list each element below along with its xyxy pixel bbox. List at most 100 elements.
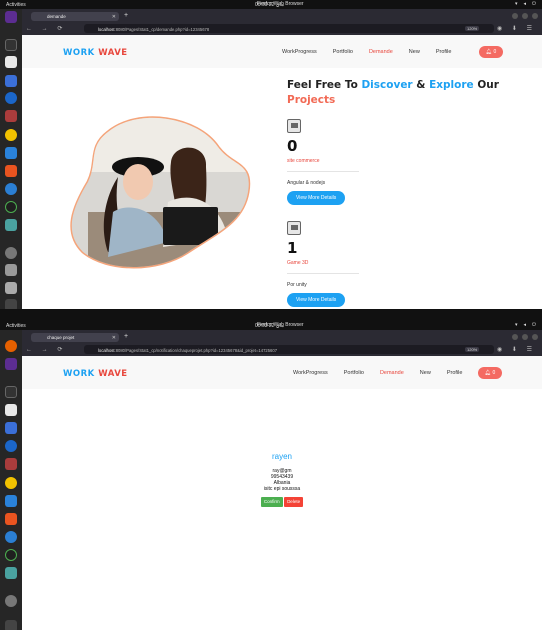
menu-portfolio[interactable]: Portfolio <box>333 49 353 55</box>
tab-label: chaque projet <box>47 335 75 340</box>
browser-tab[interactable]: demande ✕ <box>31 12 119 21</box>
menu-portfolio[interactable]: Portfolio <box>344 370 364 376</box>
activities-button[interactable]: Activities <box>6 2 26 8</box>
project-card: 1 Game 3D Por unity View More Details <box>287 221 359 307</box>
gedit-icon[interactable] <box>5 75 17 87</box>
files-icon[interactable] <box>5 458 17 470</box>
software-icon[interactable] <box>5 165 17 177</box>
dock <box>0 9 22 309</box>
menu-workprogress[interactable]: WorkProgress <box>293 370 328 376</box>
mongodb-icon[interactable] <box>5 201 17 213</box>
show-apps-icon[interactable] <box>5 299 17 309</box>
logo-word-work: WORK <box>63 48 95 58</box>
menu-new[interactable]: New <box>420 370 431 376</box>
new-tab-button[interactable]: + <box>124 333 128 340</box>
navigation-buttons[interactable]: ← → ⟳ <box>26 346 66 353</box>
firefox-icon[interactable] <box>5 340 17 352</box>
site-logo[interactable]: WORK WAVE <box>63 48 128 58</box>
requester-school: isitc epi sousssa <box>263 486 301 492</box>
navigation-buttons[interactable]: ← → ⟳ <box>26 25 66 32</box>
rhythmbox-icon[interactable] <box>5 477 17 489</box>
view-more-details-button[interactable]: View More Details <box>287 293 346 307</box>
minimize-button[interactable] <box>512 334 518 340</box>
files-icon[interactable] <box>5 110 17 122</box>
vscode-icon[interactable] <box>5 358 17 370</box>
address-bar[interactable]: localhost:8080/Pages/Stat1_cp/demande.ph… <box>84 24 494 33</box>
logo-word-wave: WAVE <box>98 369 128 379</box>
maximize-button[interactable] <box>522 13 528 19</box>
hero-image <box>70 116 251 269</box>
close-window-button[interactable] <box>532 13 538 19</box>
thunderbird-icon[interactable] <box>5 92 17 104</box>
show-apps-icon[interactable] <box>5 620 17 630</box>
page-heading: Feel Free To Discover & Explore Our Proj… <box>287 78 499 108</box>
menu-profile[interactable]: Profile <box>436 49 452 55</box>
web-page: WORK WAVE WorkProgress Portfolio Demande… <box>22 356 542 630</box>
logo-word-wave: WAVE <box>98 48 128 58</box>
close-tab-icon[interactable]: ✕ <box>112 335 116 341</box>
trash-icon[interactable] <box>5 282 17 294</box>
software-icon[interactable] <box>5 513 17 525</box>
window-title: Firefox Web Browser <box>257 322 304 328</box>
menu-new[interactable]: New <box>409 49 420 55</box>
volume-icon: ◂ <box>523 1 527 7</box>
notification-button[interactable]: 🔔︎ 0 <box>478 367 502 379</box>
window-title: Firefox Web Browser <box>257 1 304 7</box>
drive-icon[interactable] <box>5 264 17 276</box>
zoom-level[interactable]: 120% <box>465 25 480 31</box>
site-logo[interactable]: WORK WAVE <box>63 369 128 379</box>
system-tray[interactable]: ▾ ◂ ⏻ <box>515 322 536 328</box>
notification-count: 0 <box>492 370 496 376</box>
minimize-button[interactable] <box>512 13 518 19</box>
menu-workprogress[interactable]: WorkProgress <box>282 49 317 55</box>
vscode-icon[interactable] <box>5 11 17 23</box>
view-more-details-button[interactable]: View More Details <box>287 191 346 205</box>
url-host: localhost <box>98 347 115 353</box>
app-icon[interactable] <box>5 567 17 579</box>
delete-button[interactable]: Delete <box>284 497 304 507</box>
help-icon[interactable] <box>5 531 17 543</box>
app-icon[interactable] <box>5 219 17 231</box>
firefox-toolbar: Firefox Web Browser chaque projet ✕ + ← … <box>22 322 542 356</box>
confirm-button[interactable]: Confirm <box>260 497 283 507</box>
rhythmbox-icon[interactable] <box>5 129 17 141</box>
url-path: :8080/Pages/Stat1_cp/notification/chaque… <box>114 347 278 353</box>
request-detail: rayen ray@gm 99543439 Albania isitc epi … <box>22 452 542 507</box>
text-editor-icon[interactable] <box>5 404 17 416</box>
toolbar-icons[interactable]: ◉ ⬇ ☰ <box>497 346 536 353</box>
close-tab-icon[interactable]: ✕ <box>112 14 116 20</box>
notification-button[interactable]: 🔔︎ 0 <box>479 46 503 58</box>
browser-tab[interactable]: chaque projet ✕ <box>31 333 119 342</box>
system-tray[interactable]: ▾ ◂ ⏻ <box>515 1 536 7</box>
writer-icon[interactable] <box>5 495 17 507</box>
project-description: Por unity <box>287 282 307 288</box>
disk-icon[interactable] <box>5 595 17 607</box>
project-name: site commerce <box>287 158 320 164</box>
terminal-icon[interactable] <box>5 386 17 398</box>
mongodb-icon[interactable] <box>5 549 17 561</box>
menu-demande[interactable]: Demande <box>380 370 404 376</box>
text-editor-icon[interactable] <box>5 56 17 68</box>
close-window-button[interactable] <box>532 334 538 340</box>
zoom-level[interactable]: 120% <box>465 346 480 352</box>
disk-icon[interactable] <box>5 247 17 259</box>
site-navbar: WORK WAVE WorkProgress Portfolio Demande… <box>22 35 542 68</box>
heading-part: Feel Free To <box>287 79 362 91</box>
menu-demande[interactable]: Demande <box>369 49 393 55</box>
writer-icon[interactable] <box>5 147 17 159</box>
divider <box>287 171 359 172</box>
activities-button[interactable]: Activities <box>6 323 26 329</box>
help-icon[interactable] <box>5 183 17 195</box>
url-host: localhost <box>98 26 115 32</box>
new-tab-button[interactable]: + <box>124 12 128 19</box>
menu-profile[interactable]: Profile <box>447 370 463 376</box>
terminal-icon[interactable] <box>5 39 17 51</box>
maximize-button[interactable] <box>522 334 528 340</box>
heading-part: Our <box>473 79 499 91</box>
thunderbird-icon[interactable] <box>5 440 17 452</box>
address-bar[interactable]: localhost:8080/Pages/Stat1_cp/notificati… <box>84 345 494 354</box>
gedit-icon[interactable] <box>5 422 17 434</box>
url-path: :8080/Pages/Stat1_cp/demande.php?id=1234… <box>114 26 210 32</box>
toolbar-icons[interactable]: ◉ ⬇ ☰ <box>497 25 536 32</box>
bell-icon: 🔔︎ <box>485 49 493 55</box>
